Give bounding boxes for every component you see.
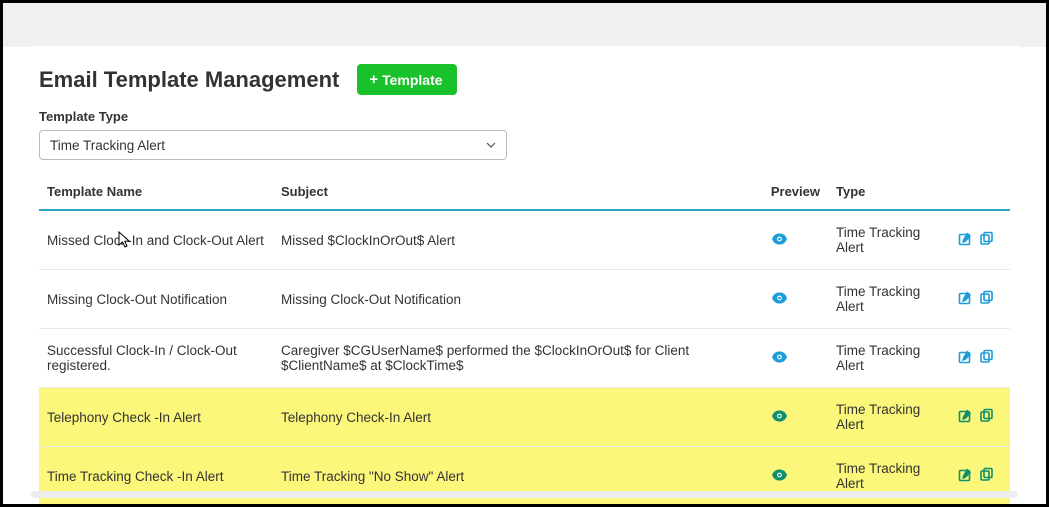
page-title: Email Template Management [39, 67, 339, 93]
template-type-cell: Time Tracking Alert [836, 284, 920, 314]
plus-icon: + [369, 71, 378, 88]
template-subject-cell: Caregiver $CGUserName$ performed the $Cl… [281, 343, 689, 373]
column-header-name[interactable]: Template Name [39, 176, 273, 210]
copy-icon[interactable] [979, 349, 994, 367]
template-name-cell: Successful Clock-In / Clock-Out register… [47, 343, 237, 373]
template-type-label: Template Type [39, 109, 1010, 124]
template-subject-cell: Time Tracking "No Show" Alert [281, 469, 464, 484]
template-subject-cell: Missing Clock-Out Notification [281, 292, 461, 307]
column-header-preview[interactable]: Preview [763, 176, 828, 210]
template-name-cell: Telephony Check -In Alert [47, 410, 201, 425]
horizontal-scrollbar[interactable] [31, 491, 1018, 498]
edit-icon[interactable] [958, 231, 973, 249]
preview-eye-icon[interactable] [771, 469, 788, 484]
preview-eye-icon[interactable] [771, 292, 788, 307]
preview-eye-icon[interactable] [771, 410, 788, 425]
column-header-type[interactable]: Type [828, 176, 950, 210]
preview-eye-icon[interactable] [771, 351, 788, 366]
add-template-button[interactable]: + Template [357, 64, 456, 95]
copy-icon[interactable] [979, 408, 994, 426]
top-gray-strip [3, 3, 1046, 47]
table-row[interactable]: Telephony Check -In Alert Telephony Check… [39, 388, 1010, 447]
column-header-subject[interactable]: Subject [273, 176, 763, 210]
template-type-cell: Time Tracking Alert [836, 402, 920, 432]
edit-icon[interactable] [958, 349, 973, 367]
edit-icon[interactable] [958, 290, 973, 308]
table-row[interactable]: Successful Clock-In / Clock-Out register… [39, 329, 1010, 388]
template-subject-cell: Missed $ClockInOrOut$ Alert [281, 233, 455, 248]
template-type-selected: Time Tracking Alert [50, 138, 165, 153]
template-type-cell: Time Tracking Alert [836, 343, 920, 373]
chevron-down-icon [486, 139, 496, 151]
template-name-cell: Missing Clock-Out Notification [47, 292, 227, 307]
column-header-actions [950, 176, 1010, 210]
table-row[interactable]: Missing Clock-Out Notification Missing Cl… [39, 270, 1010, 329]
template-name-cell: Time Tracking Check -In Alert [47, 469, 224, 484]
template-type-cell: Time Tracking Alert [836, 225, 920, 255]
edit-icon[interactable] [958, 408, 973, 426]
edit-icon[interactable] [958, 467, 973, 485]
template-type-select[interactable]: Time Tracking Alert [39, 130, 507, 160]
template-type-cell: Time Tracking Alert [836, 461, 920, 491]
template-subject-cell: Telephony Check-In Alert [281, 410, 431, 425]
copy-icon[interactable] [979, 290, 994, 308]
copy-icon[interactable] [979, 467, 994, 485]
add-template-label: Template [382, 72, 442, 88]
copy-icon[interactable] [979, 231, 994, 249]
templates-table: Template Name Subject Preview Type Misse… [39, 176, 1010, 504]
template-name-cell: Missed Clock-In and Clock-Out Alert [47, 233, 264, 248]
preview-eye-icon[interactable] [771, 233, 788, 248]
table-row[interactable]: Missed Clock-In and Clock-Out Alert Misse… [39, 210, 1010, 270]
